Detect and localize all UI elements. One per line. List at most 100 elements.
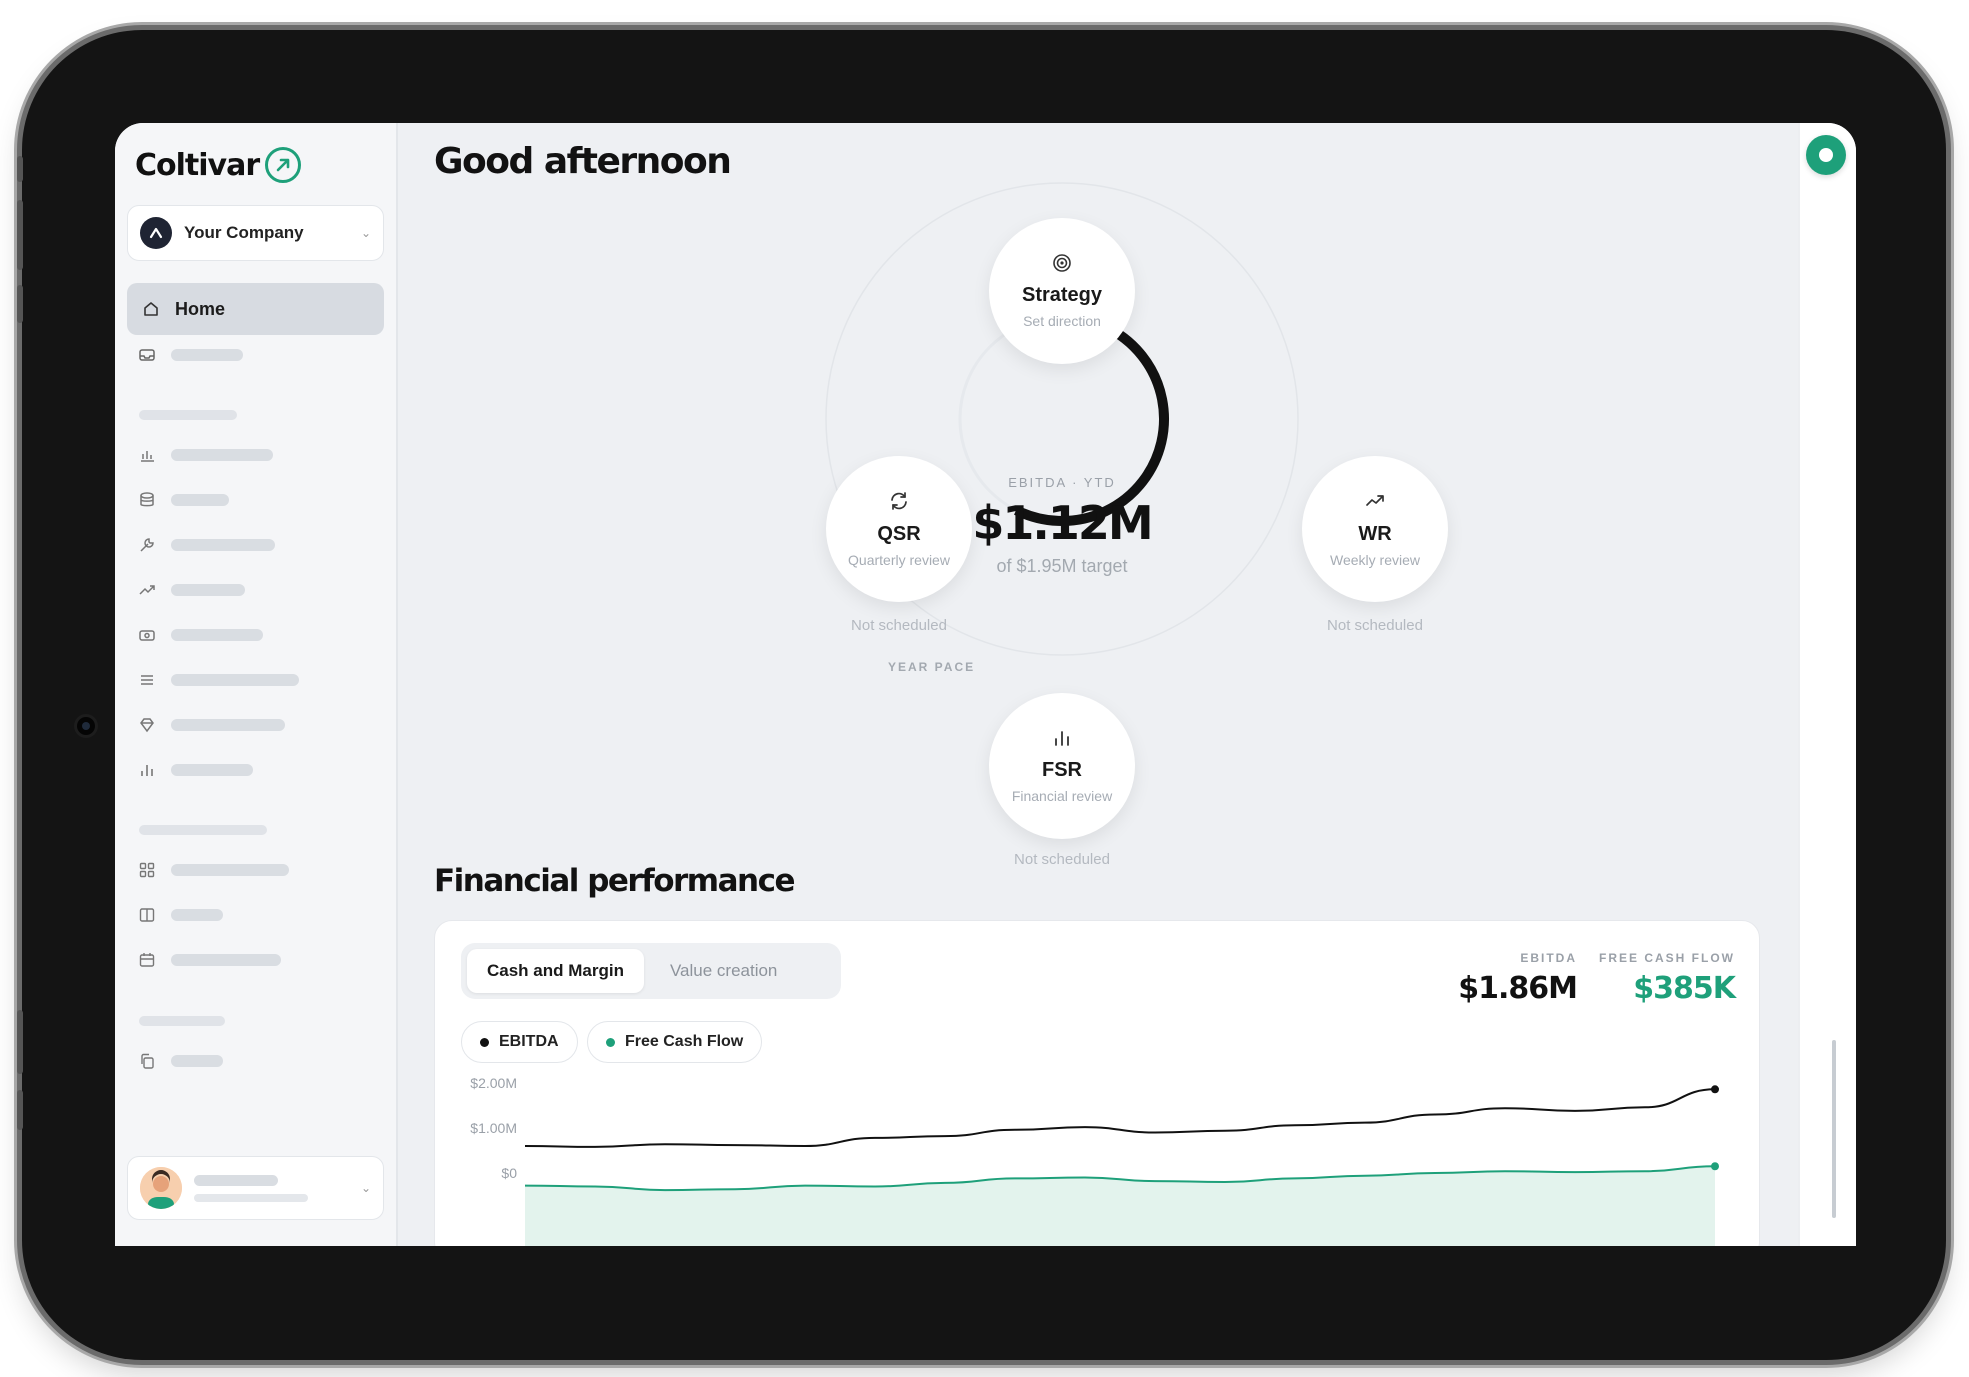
stat-label: EBITDA — [1520, 951, 1577, 965]
diamond-icon — [137, 715, 157, 735]
fsr-title: FSR — [1042, 759, 1082, 781]
stage: Coltivar Your Company ⌄ Home ⌄ Good afte… — [0, 0, 1969, 1377]
legend-label: Free Cash Flow — [625, 1033, 744, 1050]
bar-chart-icon — [137, 760, 157, 780]
sidebar-item[interactable] — [137, 445, 273, 465]
y-tick-label: $0 — [501, 1165, 517, 1181]
section-title: Financial performance — [434, 863, 795, 899]
sidebar-item[interactable] — [137, 760, 253, 780]
fsr-node[interactable]: FSR Financial review — [989, 693, 1135, 839]
y-tick-label: $1.00M — [470, 1120, 517, 1136]
wr-status: Not scheduled — [1327, 617, 1423, 634]
cash-icon — [137, 625, 157, 645]
section-header-placeholder — [139, 825, 267, 835]
view-switcher: Cash and Margin Value creation — [461, 943, 841, 999]
front-camera — [77, 717, 95, 735]
list-icon — [137, 670, 157, 690]
sidebar-item-placeholder — [171, 539, 275, 551]
inbox-icon — [137, 345, 157, 365]
sidebar-item[interactable] — [137, 625, 263, 645]
sidebar-item-placeholder — [171, 584, 245, 596]
sidebar-item[interactable] — [137, 535, 275, 555]
wr-title: WR — [1358, 523, 1392, 545]
wrench-icon — [137, 535, 157, 555]
sidebar-item-placeholder — [171, 349, 243, 361]
brand-name: Coltivar — [135, 147, 260, 183]
wr-node[interactable]: WR Weekly review — [1302, 456, 1448, 602]
legend-toggle-ebitda[interactable]: EBITDA — [461, 1021, 578, 1063]
side-button — [17, 156, 23, 182]
copy-icon — [137, 1051, 157, 1071]
chevron-down-icon: ⌄ — [360, 1181, 371, 1195]
sidebar: Coltivar Your Company ⌄ Home ⌄ — [115, 123, 398, 1246]
sidebar-item[interactable] — [137, 950, 281, 970]
user-email-placeholder — [194, 1193, 308, 1202]
section-header-placeholder — [139, 1016, 225, 1026]
tab-value-creation[interactable]: Value creation — [650, 949, 797, 993]
sidebar-item[interactable] — [137, 905, 223, 925]
trend-up-icon — [1364, 490, 1386, 517]
main-content: Good afternoon Strategy Set direction QS… — [398, 123, 1798, 1246]
legend-toggle-fcf[interactable]: Free Cash Flow — [587, 1021, 763, 1063]
trend-up-icon — [137, 580, 157, 600]
sidebar-item[interactable] — [137, 1051, 223, 1071]
bar-chart-icon — [1052, 728, 1072, 753]
scrollbar[interactable] — [1832, 1040, 1836, 1218]
y-tick-label: $2.00M — [470, 1075, 517, 1091]
sidebar-item-placeholder — [171, 954, 281, 966]
sidebar-item-home[interactable]: Home — [127, 283, 384, 335]
sidebar-item-placeholder — [171, 629, 263, 641]
company-switcher[interactable]: Your Company ⌄ — [127, 205, 384, 261]
sidebar-item[interactable] — [137, 580, 245, 600]
user-menu[interactable]: ⌄ — [127, 1156, 384, 1220]
financial-line-chart: $2.00M $1.00M $0 — [470, 1075, 1719, 1246]
ebitda-stat: EBITDA $1.86M — [1458, 951, 1578, 1006]
sidebar-item-inbox[interactable] — [137, 345, 243, 365]
sidebar-item-placeholder — [171, 494, 229, 506]
financial-performance-card: Cash and Margin Value creation EBITDA $1… — [434, 920, 1760, 1246]
fcf-endpoint[interactable] — [1711, 1162, 1719, 1171]
fcf-stat: FREE CASH FLOW $385K — [1599, 951, 1736, 1006]
strategy-node[interactable]: Strategy Set direction — [989, 218, 1135, 364]
volume-up-button — [17, 200, 23, 270]
target-icon — [1052, 253, 1072, 278]
brand-logo[interactable]: Coltivar — [135, 147, 302, 183]
user-name-placeholder — [194, 1174, 278, 1186]
stat-label: FREE CASH FLOW — [1599, 951, 1735, 965]
strategy-title: Strategy — [1021, 284, 1103, 306]
fsr-status: Not scheduled — [1014, 851, 1110, 868]
sidebar-item[interactable] — [137, 715, 285, 735]
volume-down-button — [17, 285, 23, 323]
sidebar-item-placeholder — [171, 449, 273, 461]
company-name: Your Company — [184, 223, 304, 242]
legend-label: EBITDA — [499, 1033, 559, 1050]
year-pace-label: YEAR PACE — [888, 660, 976, 674]
sidebar-item[interactable] — [137, 490, 229, 510]
status-indicator[interactable] — [1806, 135, 1846, 175]
strategy-subtitle: Set direction — [1023, 313, 1101, 329]
section-header-placeholder — [139, 410, 237, 420]
chevron-down-icon: ⌄ — [360, 226, 371, 240]
arrow-up-right-icon — [265, 147, 302, 183]
side-button — [17, 1010, 23, 1074]
user-info-placeholder — [194, 1174, 349, 1202]
legend-dot — [480, 1037, 489, 1047]
kpi-target: of $1.95M target — [996, 556, 1128, 576]
sidebar-item-placeholder — [171, 674, 299, 686]
avatar — [140, 1167, 182, 1209]
sidebar-item-placeholder — [171, 719, 285, 731]
refresh-icon — [888, 490, 910, 517]
home-icon — [141, 299, 161, 319]
ebitda-endpoint[interactable] — [1711, 1085, 1719, 1094]
fcf-area — [525, 1166, 1715, 1246]
sidebar-item-placeholder — [171, 764, 253, 776]
sidebar-item-label: Home — [175, 298, 226, 319]
kpi-value: $1.12M — [972, 496, 1153, 550]
operating-cycle: Strategy Set direction QSR Quarterly rev… — [398, 123, 1798, 883]
tab-cash-and-margin[interactable]: Cash and Margin — [467, 949, 644, 993]
sidebar-item[interactable] — [137, 860, 289, 880]
sidebar-item-placeholder — [171, 909, 223, 921]
sidebar-item-placeholder — [171, 1055, 223, 1067]
sidebar-item[interactable] — [137, 670, 299, 690]
ebitda-series-line — [524, 1088, 1716, 1148]
